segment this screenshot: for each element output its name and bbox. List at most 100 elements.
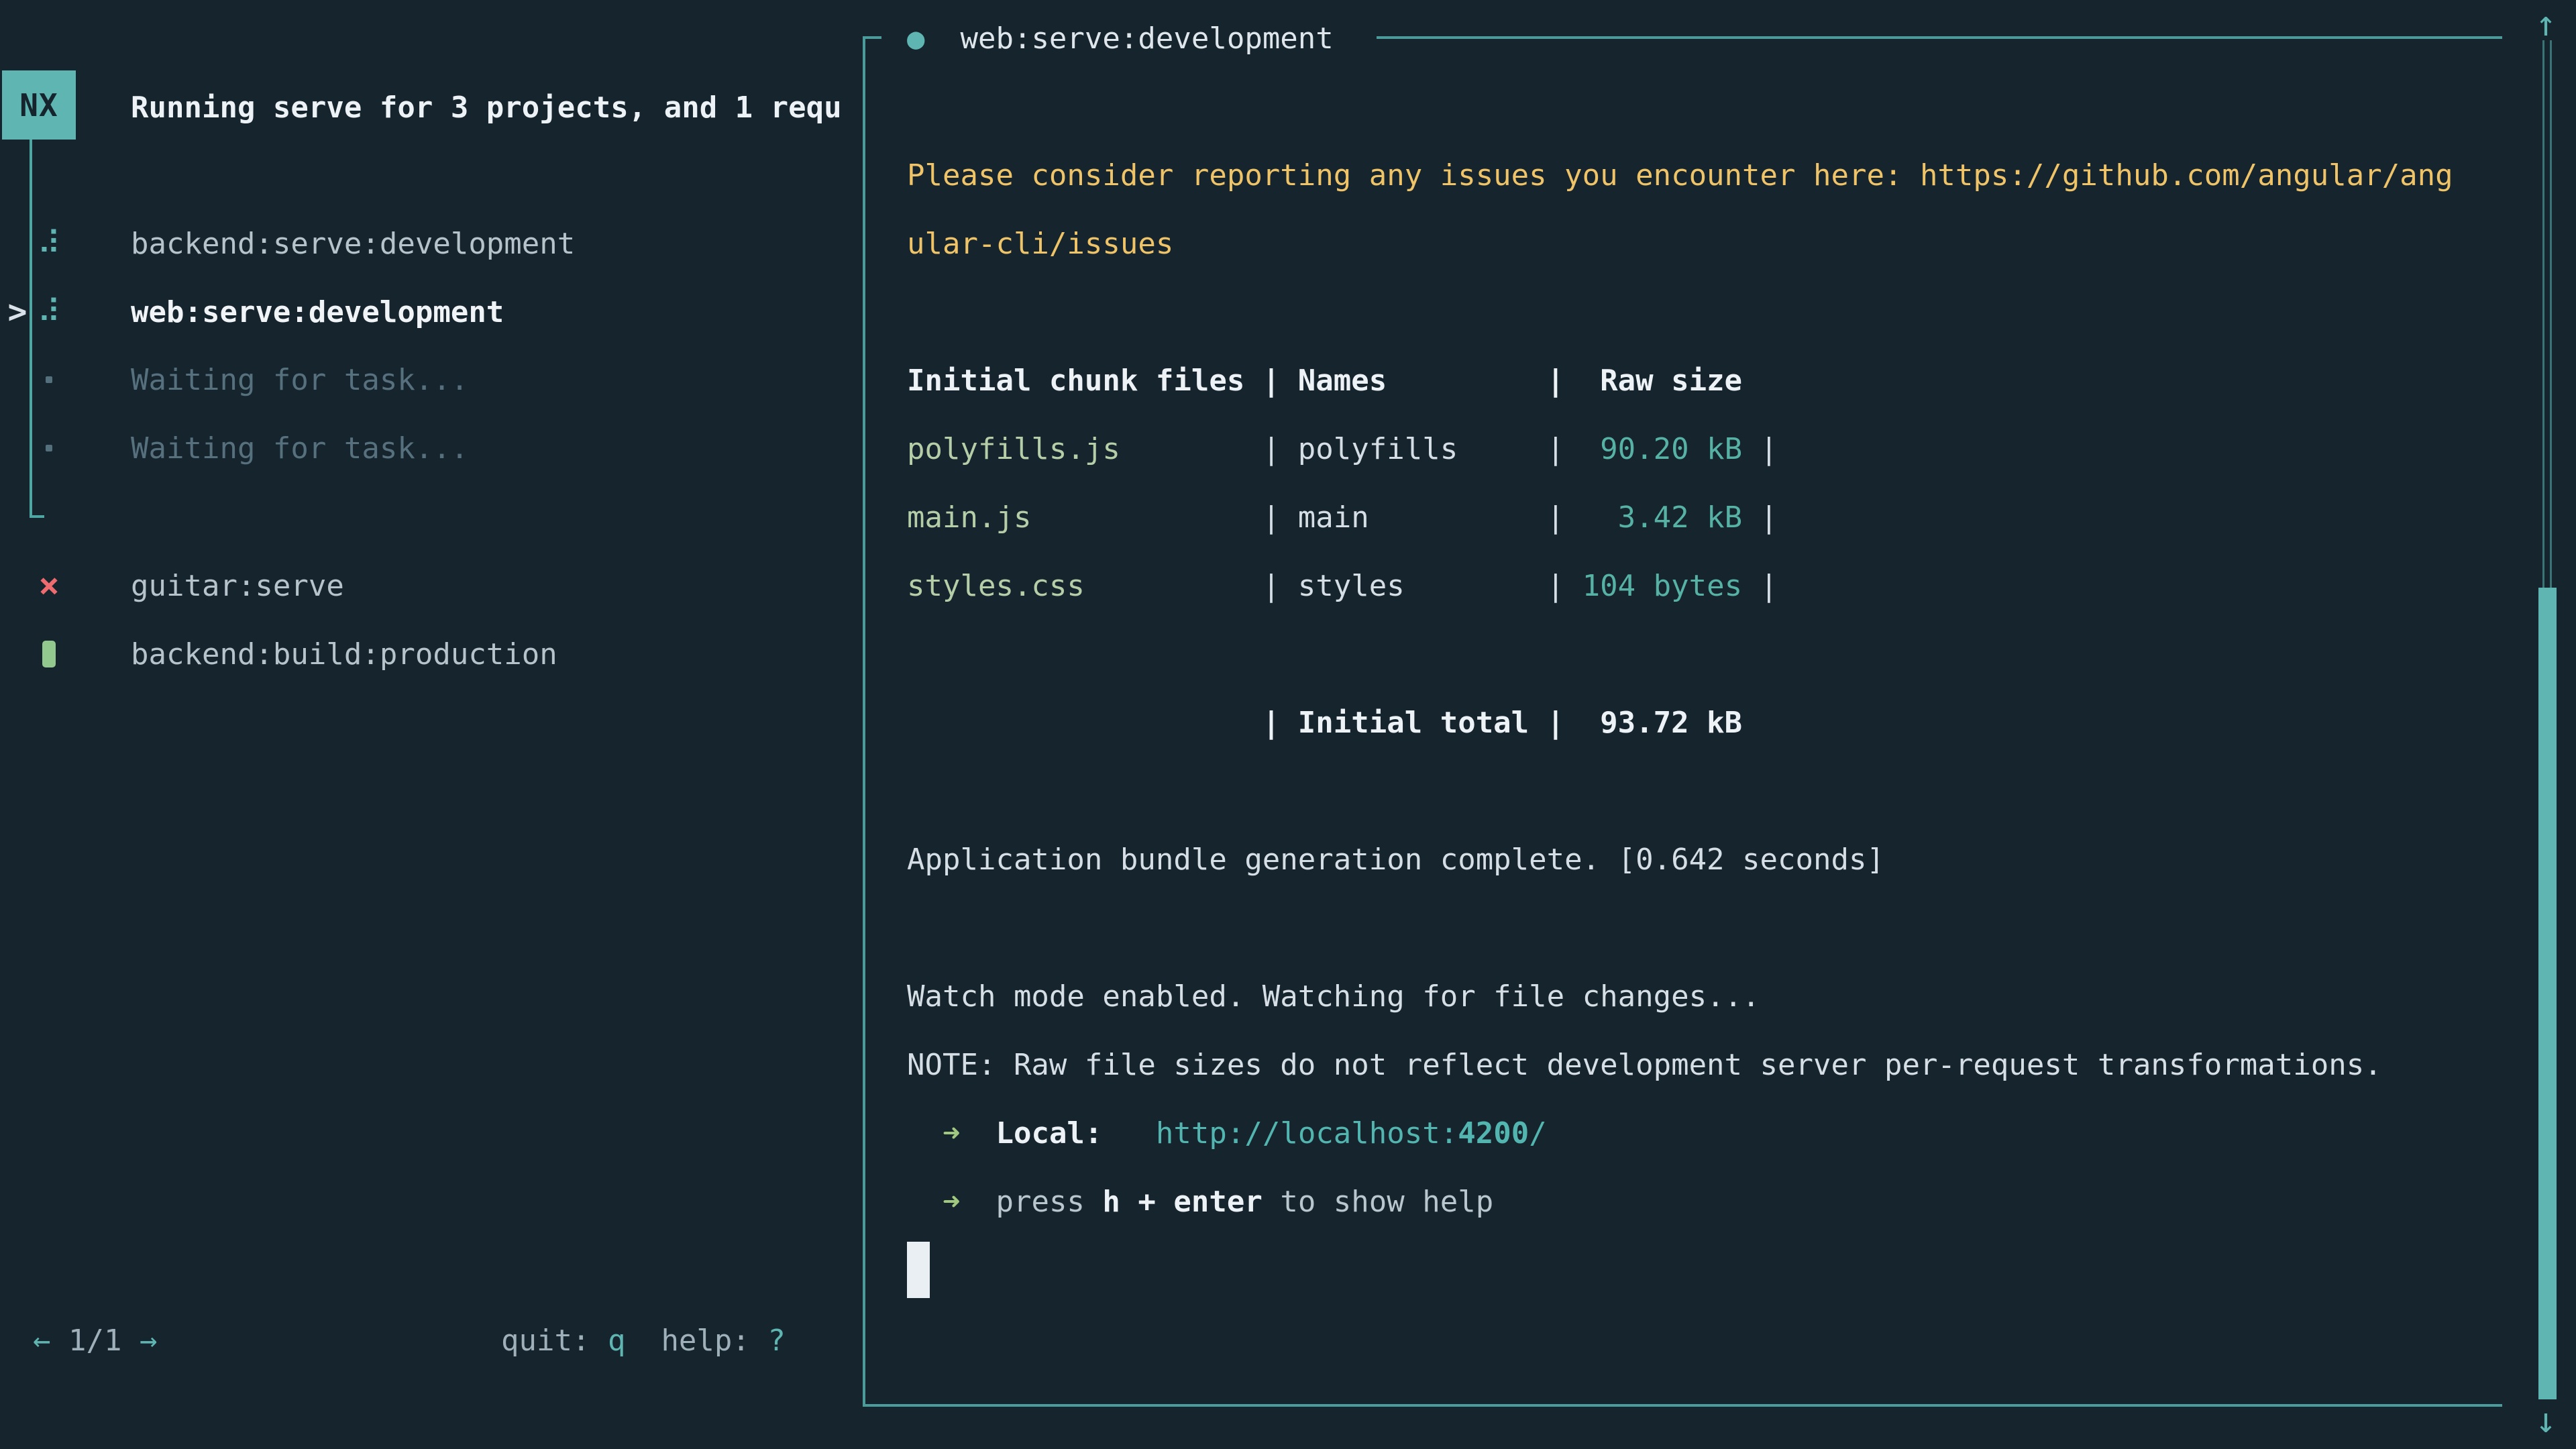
scroll-down-arrow-icon[interactable]: ↓ (2528, 1401, 2564, 1441)
scrollbar-thumb[interactable] (2538, 588, 2557, 1399)
terminal-output: Please consider reporting any issues you… (907, 142, 2453, 1305)
terminal-text: Please consider reporting any issues you… (907, 158, 2453, 193)
terminal-text: main (1298, 500, 1369, 535)
page-prev-arrow-icon[interactable]: ← (33, 1324, 51, 1358)
terminal-text: NOTE: Raw file sizes do not reflect deve… (907, 1048, 2382, 1082)
terminal-text: 104 bytes (1582, 569, 1742, 603)
terminal-text: Application bundle generation complete. … (907, 843, 1884, 877)
quit-key: q (608, 1324, 626, 1358)
terminal-text: styles.css (907, 569, 1085, 603)
panel-border-left (863, 36, 865, 1407)
terminal-line: ➜ press h + enter to show help (907, 1168, 2453, 1236)
task-label: web:serve:development (131, 278, 504, 346)
terminal-line: styles.css | styles | 104 bytes | (907, 552, 2453, 621)
terminal-line: Watch mode enabled. Watching for file ch… (907, 963, 2453, 1031)
terminal-line: ular-cli/issues (907, 210, 2453, 278)
panel-border-bottom (863, 1404, 2502, 1407)
keyboard-shortcuts: quit: q help: ? (501, 1306, 786, 1375)
page-indicator: 1/1 (68, 1324, 121, 1358)
local-url-link[interactable]: 4200 (1458, 1116, 1529, 1150)
terminal-line: | Initial total | 93.72 kB (907, 689, 2453, 757)
terminal-text (907, 1185, 943, 1219)
terminal-text: to show help (1263, 1185, 1493, 1219)
terminal-text: | (1405, 569, 1582, 603)
terminal-text (907, 1116, 943, 1150)
task-tree-corner (30, 515, 44, 518)
panel-title: ● web:serve:development (907, 4, 1334, 72)
terminal-text: | (1369, 500, 1582, 535)
terminal-line: Initial chunk files | Names | Raw size (907, 347, 2453, 415)
terminal-line: ➜ Local: http://localhost:4200/ (907, 1099, 2453, 1168)
terminal-line (907, 757, 2453, 826)
scrollbar-track[interactable] (2542, 40, 2552, 589)
local-url-link[interactable]: / (1529, 1116, 1547, 1150)
page-next-arrow-icon[interactable]: → (140, 1324, 158, 1358)
terminal-text (1102, 1116, 1155, 1150)
task-label: guitar:serve (131, 551, 344, 620)
help-key: ? (767, 1324, 786, 1358)
nx-tui-window: NX Running serve for 3 projects, and 1 r… (0, 0, 2576, 1449)
terminal-text: | (1742, 500, 1778, 535)
terminal-text: | Initial total | 93.72 kB (907, 706, 1742, 740)
panel-border-top (1377, 36, 2502, 39)
terminal-line (907, 894, 2453, 963)
terminal-line (907, 621, 2453, 689)
terminal-text: Initial chunk files | Names | Raw size (907, 364, 1742, 398)
task-item-failed[interactable]: × guitar:serve (0, 551, 859, 620)
local-url-link[interactable]: http://localhost: (1156, 1116, 1458, 1150)
terminal-line: Please consider reporting any issues you… (907, 142, 2453, 210)
panel-title-gap (925, 21, 961, 56)
pagination-spacer (121, 1324, 140, 1358)
task-label: backend:build:production (131, 620, 557, 688)
terminal-text: Local: (996, 1116, 1102, 1150)
waiting-dot-icon (34, 345, 64, 414)
terminal-line (907, 1236, 2453, 1305)
task-label: Waiting for task... (131, 345, 468, 414)
nx-logo: NX (2, 70, 76, 140)
terminal-text: polyfills.js (907, 432, 1120, 466)
quit-label: quit: (501, 1324, 608, 1358)
terminal-text: press (996, 1185, 1102, 1219)
task-label: backend:serve:development (131, 209, 575, 278)
task-item-running[interactable]: ⠼backend:serve:development (0, 209, 859, 278)
pagination-spacer (51, 1324, 69, 1358)
terminal-line: polyfills.js | polyfills | 90.20 kB | (907, 415, 2453, 484)
panel-title-text: web:serve:development (960, 21, 1333, 56)
task-item-running[interactable]: >⠼ web:serve:development (0, 278, 859, 346)
terminal-text: polyfills (1298, 432, 1458, 466)
task-item-success[interactable]: backend:build:production (0, 620, 859, 688)
terminal-line: Application bundle generation complete. … (907, 826, 2453, 894)
terminal-text: | (1742, 432, 1778, 466)
task-label: Waiting for task... (131, 414, 468, 482)
task-item-waiting[interactable]: Waiting for task... (0, 345, 859, 414)
help-label: help: (661, 1324, 767, 1358)
error-cross-icon: × (34, 551, 64, 620)
terminal-text: 3.42 kB (1582, 500, 1742, 535)
terminal-text: 90.20 kB (1582, 432, 1742, 466)
terminal-text: main.js (907, 500, 1031, 535)
terminal-cursor (907, 1242, 930, 1298)
selected-chevron-icon: > (3, 278, 32, 346)
success-square-icon (34, 620, 64, 688)
terminal-text: | (1120, 432, 1298, 466)
terminal-text: Watch mode enabled. Watching for file ch… (907, 979, 1760, 1014)
terminal-text: ➜ (943, 1185, 961, 1219)
terminal-text: ➜ (943, 1116, 961, 1150)
terminal-text: ular-cli/issues (907, 227, 1173, 261)
scroll-up-arrow-icon[interactable]: ↑ (2528, 5, 2564, 43)
shortcut-spacer (625, 1324, 661, 1358)
terminal-line: main.js | main | 3.42 kB | (907, 484, 2453, 552)
terminal-text (960, 1185, 996, 1219)
terminal-line (907, 278, 2453, 347)
terminal-text: | (1031, 500, 1297, 535)
terminal-line: NOTE: Raw file sizes do not reflect deve… (907, 1031, 2453, 1099)
terminal-text: | (1458, 432, 1582, 466)
terminal-text: styles (1298, 569, 1405, 603)
task-item-waiting[interactable]: Waiting for task... (0, 414, 859, 482)
page-title: Running serve for 3 projects, and 1 requ (131, 73, 842, 142)
terminal-text (960, 1116, 996, 1150)
spinner-icon: ⠼ (34, 278, 64, 346)
panel-border-top-stub (863, 36, 881, 39)
running-bullet-icon: ● (907, 21, 925, 56)
pagination: ← 1/1 → (33, 1306, 157, 1375)
